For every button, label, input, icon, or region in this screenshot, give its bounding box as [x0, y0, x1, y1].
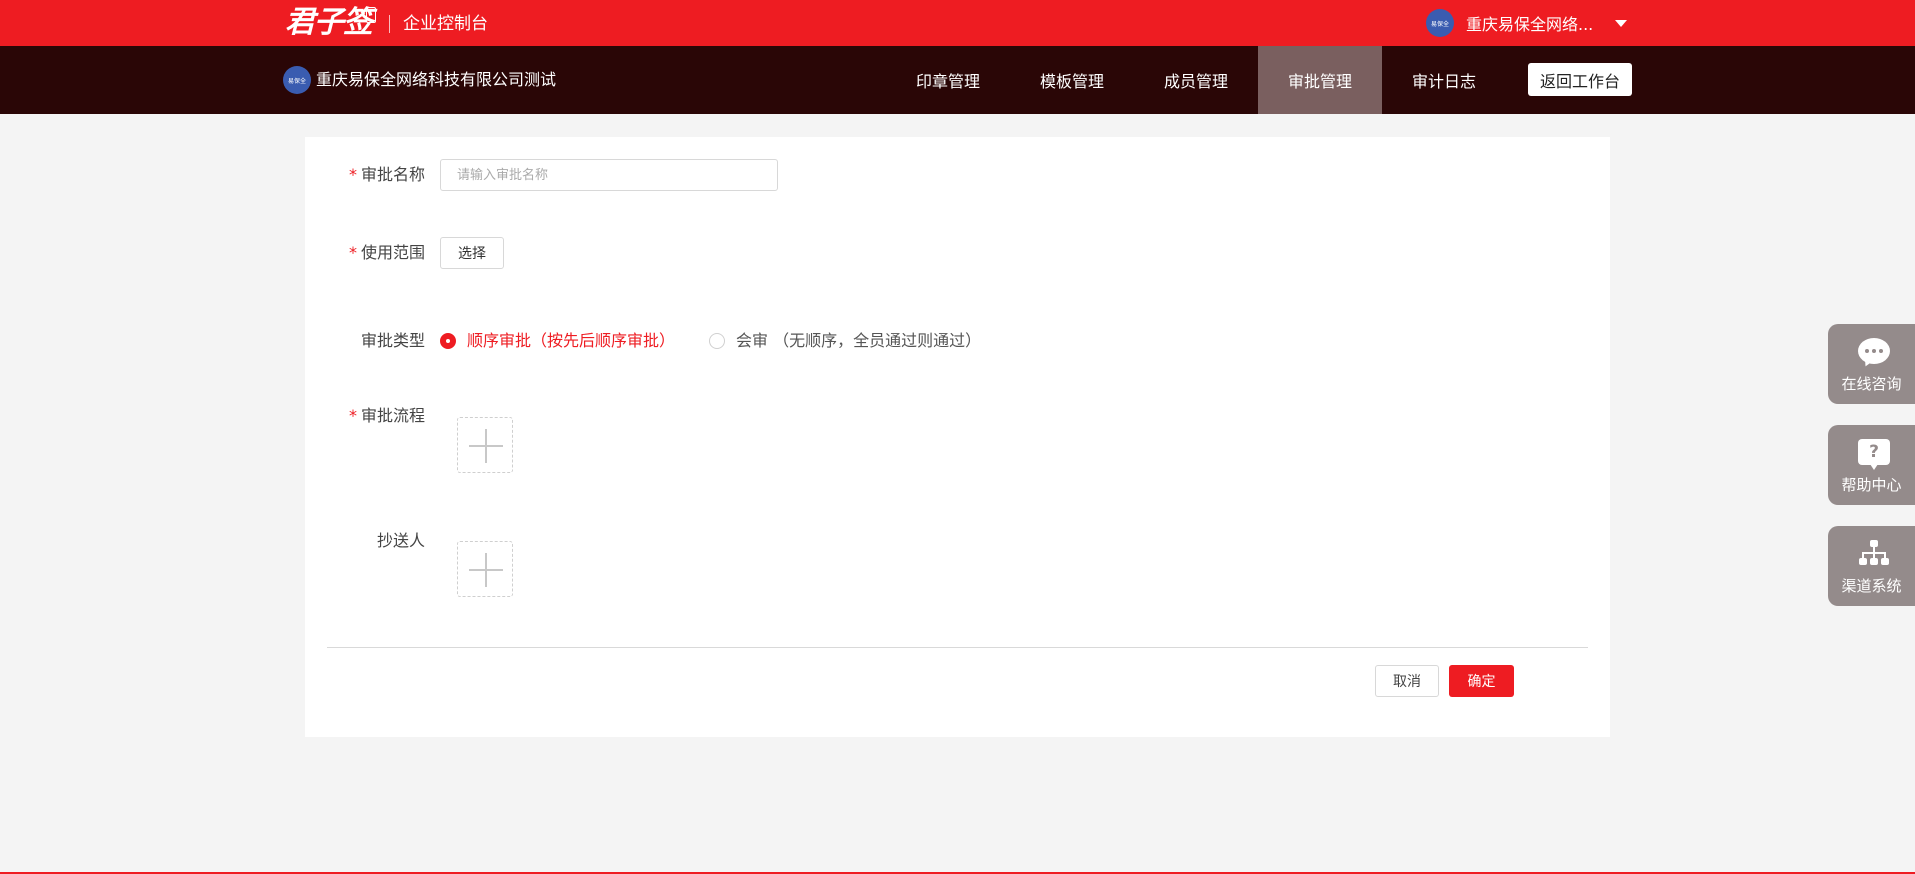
chat-dot — [1865, 349, 1869, 353]
required-mark: * — [348, 406, 357, 425]
brand-logo[interactable]: 君子签 — [285, 4, 373, 42]
approval-name-label-text: 审批名称 — [360, 165, 425, 184]
select-scope-button[interactable]: 选择 — [440, 237, 504, 269]
main-nav: 易保全 重庆易保全网络科技有限公司测试 印章管理 模板管理 成员管理 审批管理 … — [0, 46, 1915, 114]
approval-name-input[interactable] — [440, 159, 778, 191]
help-icon: ? — [1858, 439, 1890, 470]
confirm-button[interactable]: 确定 — [1449, 665, 1514, 697]
radio-sequential[interactable] — [440, 333, 456, 349]
org-chart-node — [1881, 558, 1889, 565]
org-logo-text: 易保全 — [287, 77, 306, 85]
radio-joint-review[interactable] — [709, 333, 725, 349]
plus-icon-stem — [485, 553, 487, 587]
radio-sequential-label[interactable]: 顺序审批（按先后顺序审批） — [467, 330, 675, 352]
form-divider — [327, 647, 1588, 648]
cancel-button[interactable]: 取消 — [1375, 665, 1439, 697]
required-mark: * — [348, 165, 357, 184]
org-logo: 易保全 — [283, 66, 311, 94]
user-name[interactable]: 重庆易保全网络... — [1466, 11, 1593, 35]
chat-dot — [1879, 349, 1883, 353]
channel-system-widget[interactable]: 渠道系统 — [1828, 526, 1915, 606]
chevron-down-icon[interactable] — [1615, 19, 1628, 27]
plus-icon-stem — [485, 429, 487, 463]
online-consult-label: 在线咨询 — [1841, 375, 1902, 393]
add-cc-button[interactable] — [457, 541, 513, 597]
online-consult-widget[interactable]: 在线咨询 — [1828, 324, 1915, 404]
approval-type-label: 审批类型 — [360, 331, 425, 350]
approval-form-card: *审批名称 *使用范围 选择 审批类型 顺序审批（按先后顺序审批） 会审 （无顺… — [305, 137, 1610, 737]
approval-flow-label: * 审批流程 — [305, 405, 425, 427]
brand-seal-icon — [366, 7, 376, 23]
add-approver-button[interactable] — [457, 417, 513, 473]
approval-name-label: * 审批名称 — [305, 164, 425, 186]
scope-label-text: 使用范围 — [360, 243, 425, 262]
help-center-widget[interactable]: ? 帮助中心 — [1828, 425, 1915, 505]
cc-label: 抄送人 — [376, 531, 425, 550]
chat-bubble-icon — [1858, 338, 1890, 364]
approval-flow-label-text: 审批流程 — [360, 406, 425, 425]
back-to-workbench-button[interactable]: 返回工作台 — [1528, 63, 1632, 96]
nav-seal-management[interactable]: 印章管理 — [886, 46, 1010, 114]
console-title: 企业控制台 — [403, 14, 488, 34]
user-avatar[interactable]: 易保全 — [1426, 9, 1454, 37]
nav-template-management[interactable]: 模板管理 — [1010, 46, 1134, 114]
help-center-label: 帮助中心 — [1841, 476, 1902, 494]
channel-system-label: 渠道系统 — [1841, 577, 1902, 595]
avatar-text: 易保全 — [1430, 20, 1449, 28]
user-menu[interactable]: 易保全 重庆易保全网络... — [1426, 9, 1628, 37]
org-chart-node — [1859, 558, 1867, 565]
org-chart-node — [1870, 558, 1878, 565]
nav-approval-management[interactable]: 审批管理 — [1258, 46, 1382, 114]
nav-audit-log[interactable]: 审计日志 — [1382, 46, 1506, 114]
radio-joint-review-label[interactable]: 会审 （无顺序，全员通过则通过） — [736, 330, 981, 352]
brand-divider — [389, 15, 390, 33]
required-mark: * — [348, 243, 357, 262]
org-chart-icon — [1858, 540, 1890, 568]
nav-member-management[interactable]: 成员管理 — [1134, 46, 1258, 114]
org-chart-node — [1870, 540, 1878, 547]
chat-dot — [1872, 349, 1876, 353]
top-bar: 君子签 企业控制台 易保全 重庆易保全网络... — [0, 0, 1915, 46]
org-name: 重庆易保全网络科技有限公司测试 — [316, 70, 557, 89]
scope-label: * 使用范围 — [305, 242, 425, 264]
